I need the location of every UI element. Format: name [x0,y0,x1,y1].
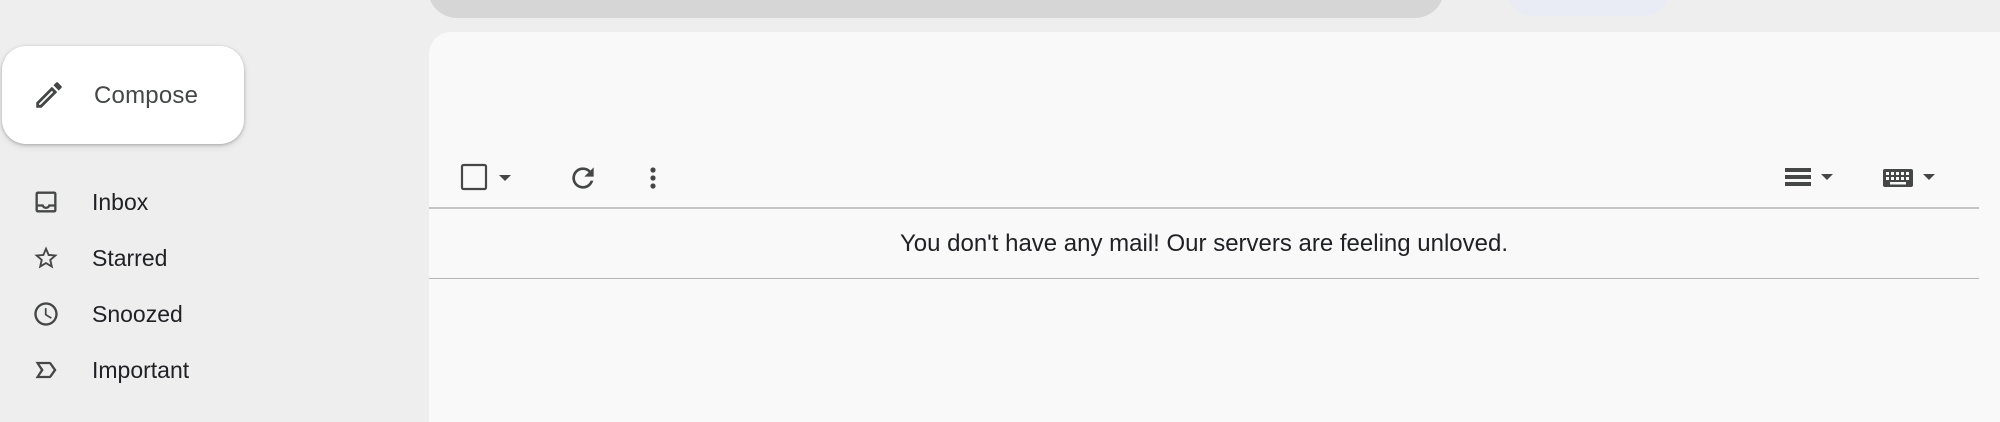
compose-button[interactable]: Compose [2,46,244,144]
sidebar-item-starred[interactable]: Starred [0,230,260,286]
list-bottom-divider [429,278,1979,279]
compose-label: Compose [94,82,199,109]
density-icon[interactable] [1779,158,1839,198]
main-panel: You don't have any mail! Our servers are… [429,32,2000,422]
sidebar-item-inbox[interactable]: Inbox [0,174,260,230]
checkbox-icon[interactable] [459,158,493,198]
pencil-icon [32,78,66,112]
keyboard-icon[interactable] [1879,158,1943,198]
refresh-icon[interactable] [563,158,603,198]
sidebar-item-label: Inbox [92,189,149,215]
important-icon [32,356,60,384]
sidebar-item-label: Important [92,357,190,383]
sidebar-item-important[interactable]: Important [0,342,260,398]
more-vert-icon[interactable] [633,158,673,198]
inbox-icon [32,188,60,216]
mail-toolbar [429,150,1979,206]
star-icon [32,244,60,272]
sidebar-item-snoozed[interactable]: Snoozed [0,286,260,342]
sidebar-nav: Inbox Starred Snoozed Important [0,174,260,398]
account-area[interactable] [1508,0,1668,16]
sidebar-item-label: Starred [92,245,168,271]
sidebar-item-label: Snoozed [92,301,183,327]
empty-mail-message: You don't have any mail! Our servers are… [899,229,1509,257]
caret-down-icon[interactable] [495,158,515,198]
clock-icon [32,300,60,328]
search-bar[interactable] [428,0,1444,18]
